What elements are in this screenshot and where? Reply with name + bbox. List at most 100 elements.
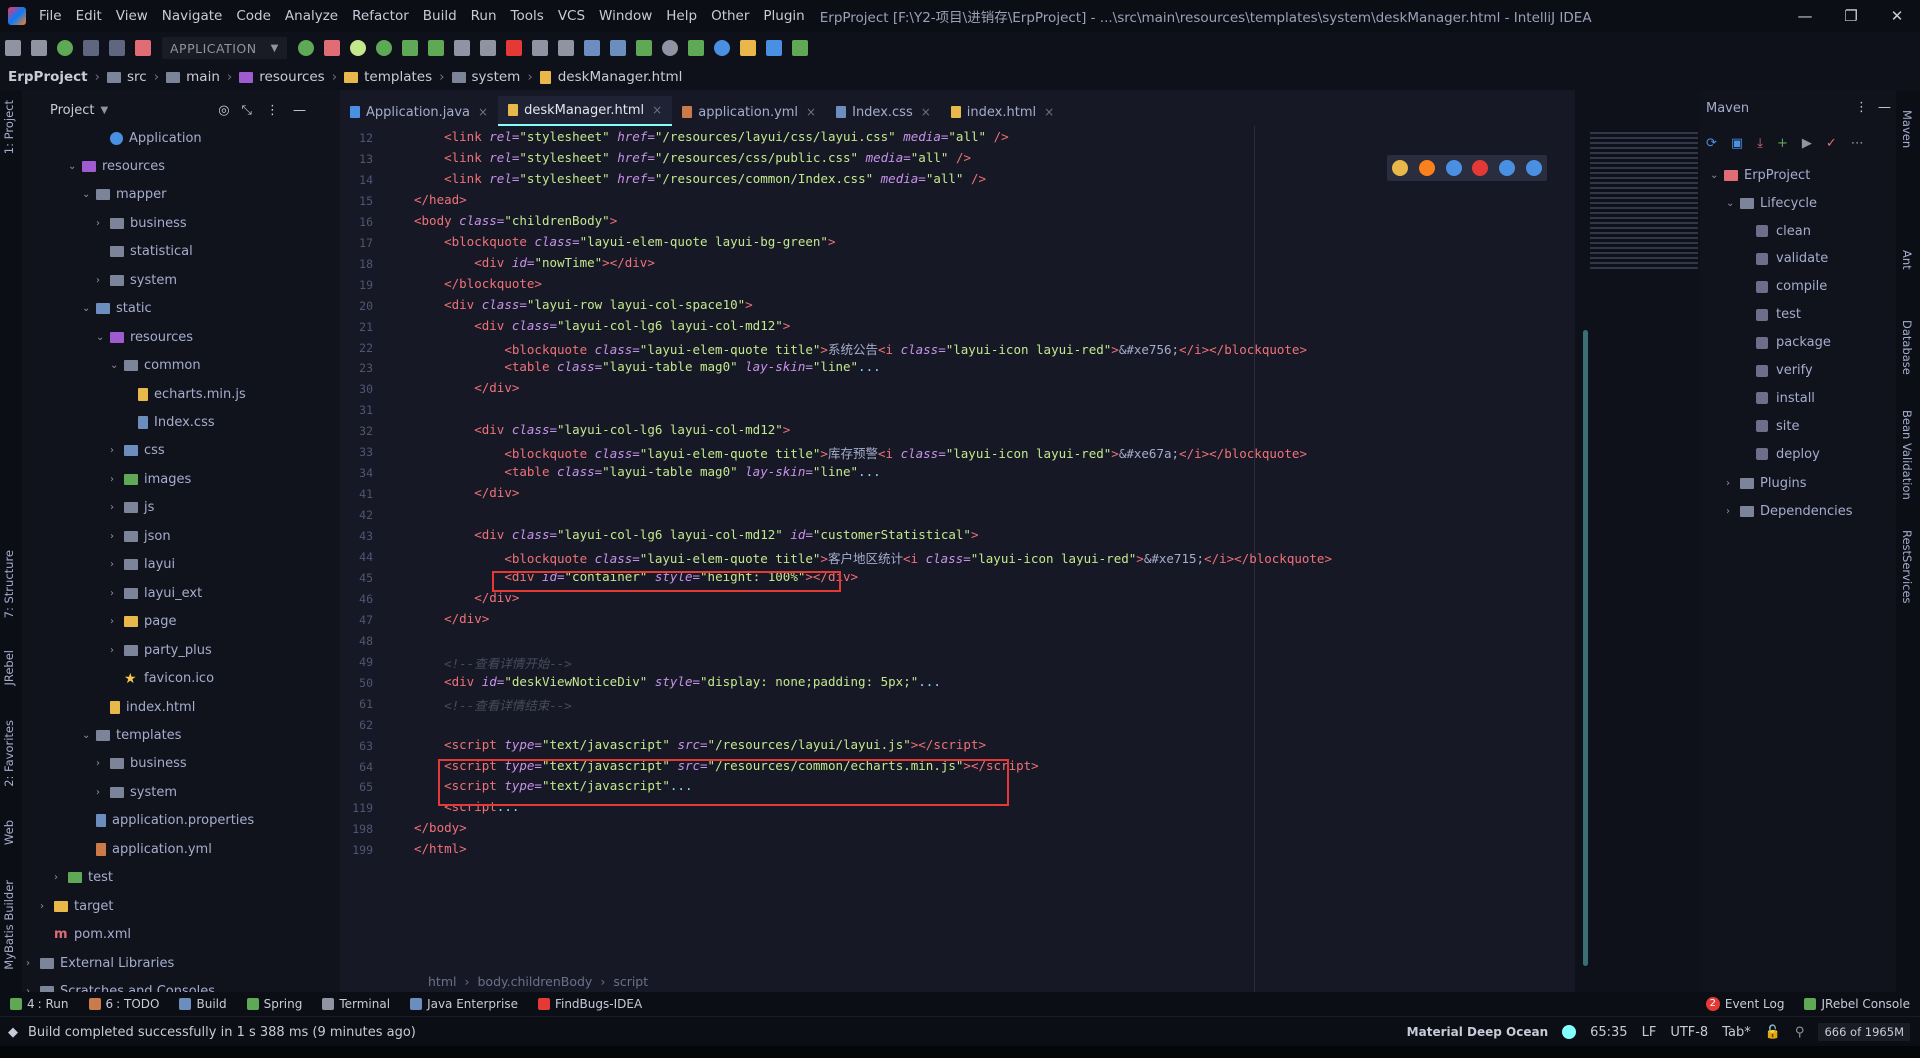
coverage-icon[interactable] [349, 40, 366, 56]
chevron-right-icon[interactable]: › [110, 531, 124, 542]
chevron-right-icon[interactable]: › [110, 616, 124, 627]
tree-item[interactable]: › css [110, 437, 165, 465]
download-icon[interactable]: ⤓ [1757, 136, 1763, 151]
code-line[interactable]: <blockquote class="layui-elem-quote titl… [414, 443, 1307, 462]
menu-run[interactable]: Run [464, 0, 504, 32]
tree-item[interactable]: ⌄ templates [82, 721, 181, 749]
project-structure-icon[interactable] [531, 40, 548, 56]
add-project-icon[interactable]: ▣ [1731, 136, 1743, 151]
chevron-right-icon[interactable]: › [110, 559, 124, 570]
code-line[interactable]: <!--查看详情结束--> [414, 695, 572, 714]
tree-item[interactable]: ⌄ common [110, 352, 201, 380]
chevron-right-icon[interactable]: › [110, 645, 124, 656]
rerun-icon[interactable] [297, 40, 314, 56]
code-line[interactable]: </div> [414, 380, 519, 395]
close-tab-icon[interactable]: × [478, 105, 488, 119]
chevron-down-icon[interactable]: ⌄ [82, 730, 96, 741]
tree-item[interactable]: statistical [96, 238, 193, 266]
code-line[interactable]: </div> [414, 611, 489, 626]
save-icon[interactable] [31, 40, 47, 56]
tree-item[interactable]: › party_plus [110, 636, 212, 664]
code-line[interactable]: <div class="layui-col-lg6 layui-col-md12… [414, 422, 790, 437]
chevron-down-icon[interactable]: ⌄ [1726, 198, 1740, 209]
run-configuration-select[interactable]: APPLICATION ▼ [162, 37, 287, 59]
code-line[interactable]: </div> [414, 485, 519, 500]
code-line[interactable]: <div class="layui-col-lg6 layui-col-md12… [414, 318, 790, 333]
bottom-tool-run[interactable]: 4: Run [10, 997, 69, 1011]
code-line[interactable]: <link rel="stylesheet" href="/resources/… [414, 129, 1009, 144]
menu-tools[interactable]: Tools [504, 0, 551, 32]
maven-goal-compile[interactable]: compile [1756, 274, 1827, 300]
maven-goal-clean[interactable]: clean [1756, 218, 1811, 244]
theme-name[interactable]: Material Deep Ocean [1407, 1025, 1548, 1039]
editor-breadcrumb-item[interactable]: body.childrenBody [477, 974, 592, 989]
project-view-select[interactable]: Project [50, 103, 94, 118]
safari-icon[interactable] [1445, 160, 1462, 176]
editor-tab[interactable]: Index.css × [826, 98, 941, 126]
code-line[interactable]: <script type="text/javascript" src="/res… [414, 737, 986, 752]
chevron-right-icon[interactable]: › [40, 901, 54, 912]
tree-item[interactable]: index.html [96, 693, 195, 721]
debug-icon[interactable] [323, 40, 340, 56]
layout-grid-icon[interactable] [609, 40, 626, 56]
tree-item[interactable]: › system [96, 266, 177, 294]
menu-vcs[interactable]: VCS [551, 0, 592, 32]
bottom-tool-findbugs-idea[interactable]: FindBugs-IDEA [537, 997, 642, 1011]
chevron-down-icon[interactable]: ⌄ [1710, 170, 1724, 181]
menu-analyze[interactable]: Analyze [278, 0, 345, 32]
jrebel-debug-icon[interactable] [427, 40, 444, 56]
add-icon[interactable]: + [1777, 136, 1788, 151]
file-encoding[interactable]: UTF-8 [1670, 1025, 1708, 1040]
tree-item[interactable]: application.properties [82, 807, 254, 835]
menu-build[interactable]: Build [416, 0, 464, 32]
code-line[interactable]: </blockquote> [414, 276, 542, 291]
attach-icon[interactable] [453, 40, 470, 56]
right-tab-restservices[interactable]: RestServices [1900, 530, 1914, 604]
chevron-down-icon[interactable]: ⌄ [68, 161, 82, 172]
breadcrumb-item[interactable]: system [451, 69, 520, 85]
reload-icon[interactable]: ⟳ [1706, 136, 1717, 151]
editor-tab[interactable]: application.yml × [672, 98, 826, 126]
breadcrumb-item[interactable]: main [166, 69, 220, 85]
code-line[interactable]: <table class="layui-table mag0" lay-skin… [414, 359, 880, 374]
run-icon[interactable]: ▶ [1802, 136, 1812, 151]
memory-indicator[interactable]: 666 of 1965M [1818, 1023, 1910, 1041]
maven-goal-deploy[interactable]: deploy [1756, 441, 1820, 467]
tab-mybatis-builder[interactable]: MyBatis Builder [2, 880, 16, 970]
tree-item[interactable]: › business [96, 209, 187, 237]
editor-tab[interactable]: Application.java × [340, 98, 498, 126]
chevron-right-icon[interactable]: › [110, 588, 124, 599]
breadcrumb-item[interactable]: ErpProject [8, 69, 88, 85]
breadcrumb-item[interactable]: templates [344, 69, 432, 85]
build-hammer-icon[interactable] [135, 40, 151, 56]
tab-favorites[interactable]: 2: Favorites [2, 720, 16, 787]
tree-item[interactable]: ⌄ resources [96, 323, 193, 351]
settings-gear-icon[interactable] [583, 40, 600, 56]
menu-edit[interactable]: Edit [69, 0, 109, 32]
close-tab-icon[interactable]: × [1044, 105, 1054, 119]
maven-project[interactable]: ⌄ ErpProject [1710, 162, 1810, 188]
code-line[interactable]: </head> [414, 192, 467, 207]
ie-icon[interactable] [1498, 160, 1515, 176]
maven-goal-package[interactable]: package [1756, 330, 1831, 356]
bottom-tool-javaenterprise[interactable]: Java Enterprise [410, 997, 518, 1011]
hide-panel-icon[interactable]: — [1878, 100, 1891, 115]
menu-help[interactable]: Help [659, 0, 704, 32]
back-icon[interactable] [83, 40, 99, 56]
right-tab-ant[interactable]: Ant [1900, 250, 1914, 270]
tree-item[interactable]: ⌄ mapper [82, 181, 166, 209]
editor-breadcrumb-item[interactable]: script [613, 974, 648, 989]
menu-code[interactable]: Code [229, 0, 278, 32]
open-folder-icon[interactable] [5, 40, 21, 56]
sync-icon[interactable] [57, 40, 73, 56]
close-tab-icon[interactable]: × [921, 105, 931, 119]
more-options-icon[interactable]: ⋮ [266, 103, 279, 118]
menu-other[interactable]: Other [704, 0, 756, 32]
chevron-down-icon[interactable]: ⌄ [82, 303, 96, 314]
tree-item[interactable]: › layui [110, 551, 175, 579]
tools-icon[interactable] [479, 40, 496, 56]
tree-item[interactable]: › target [40, 892, 114, 920]
tree-item[interactable]: ★ favicon.ico [110, 665, 214, 693]
breadcrumb-item[interactable]: deskManager.html [539, 69, 682, 85]
chevron-right-icon[interactable]: › [110, 474, 124, 485]
